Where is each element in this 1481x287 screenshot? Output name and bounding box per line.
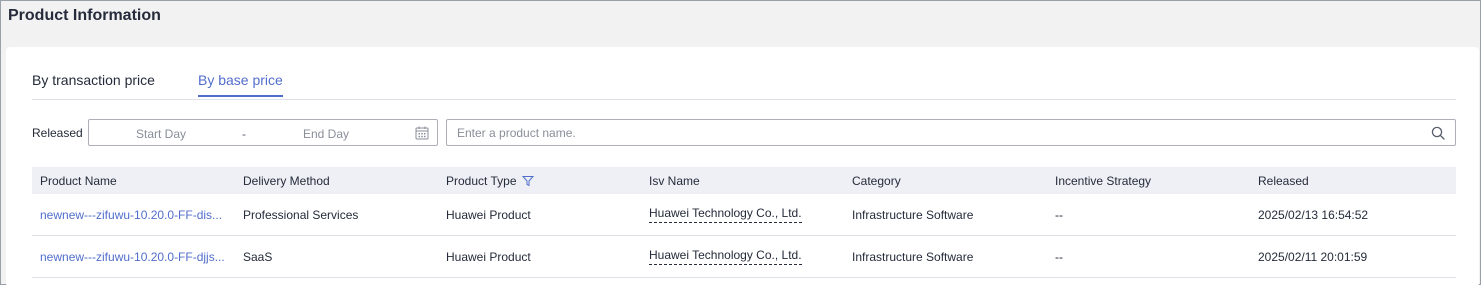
- start-day-field[interactable]: Start Day: [136, 127, 186, 141]
- search-icon[interactable]: [1431, 126, 1445, 140]
- date-separator: -: [242, 127, 246, 141]
- column-header-released: Released: [1258, 173, 1309, 188]
- delivery-method-cell: Professional Services: [243, 207, 359, 222]
- column-header-delivery-method: Delivery Method: [243, 173, 330, 188]
- table-row: newnew---zifuwu-10.20.0-FF-djjs... SaaS …: [32, 236, 1456, 278]
- product-name-search-input[interactable]: [447, 120, 1407, 145]
- column-header-isv-name: Isv Name: [649, 173, 700, 188]
- page-title: Product Information: [8, 7, 161, 24]
- product-name-link[interactable]: newnew---zifuwu-10.20.0-FF-dis...: [32, 194, 235, 235]
- isv-name-cell: Huawei Technology Co., Ltd.: [641, 194, 844, 235]
- column-header-incentive-strategy: Incentive Strategy: [1055, 173, 1152, 188]
- released-cell: 2025/02/13 16:54:52: [1258, 207, 1369, 222]
- column-header-product-type: Product Type: [438, 167, 641, 194]
- date-range-picker[interactable]: Start Day - End Day: [88, 119, 438, 146]
- filter-icon[interactable]: [521, 175, 534, 187]
- app-frame: Product Information By transaction price…: [0, 0, 1481, 287]
- table-header: Product Name Delivery Method Product Typ…: [32, 167, 1456, 194]
- category-cell: Infrastructure Software: [852, 207, 974, 222]
- incentive-strategy-cell: --: [1055, 249, 1063, 264]
- tab-by-base-price[interactable]: By base price: [198, 72, 283, 97]
- isv-name-cell: Huawei Technology Co., Ltd.: [641, 236, 844, 277]
- released-cell: 2025/02/11 20:01:59: [1258, 249, 1368, 264]
- isv-name-tooltip-trigger[interactable]: Huawei Technology Co., Ltd.: [649, 248, 802, 265]
- product-card: By transaction price By base price Relea…: [6, 47, 1479, 287]
- column-header-product-type-label: Product Type: [446, 173, 517, 188]
- released-label: Released: [32, 126, 83, 140]
- column-header-product-name: Product Name: [40, 173, 117, 188]
- table-row: newnew---zifuwu-10.20.0-FF-dis... Profes…: [32, 194, 1456, 236]
- product-type-cell: Huawei Product: [446, 249, 531, 264]
- product-name-link[interactable]: newnew---zifuwu-10.20.0-FF-djjs...: [32, 236, 235, 277]
- delivery-method-cell: SaaS: [243, 249, 273, 264]
- tab-by-transaction-price[interactable]: By transaction price: [32, 72, 155, 96]
- category-cell: Infrastructure Software: [852, 249, 974, 264]
- filter-row: Released Start Day - End Day: [32, 119, 1456, 147]
- end-day-field[interactable]: End Day: [303, 127, 349, 141]
- column-header-category: Category: [852, 173, 901, 188]
- product-type-cell: Huawei Product: [446, 207, 531, 222]
- product-search-box: [446, 119, 1456, 146]
- calendar-icon[interactable]: [415, 126, 429, 140]
- product-table: Product Name Delivery Method Product Typ…: [32, 167, 1456, 278]
- incentive-strategy-cell: --: [1055, 207, 1063, 222]
- tab-bar: By transaction price By base price: [32, 47, 1456, 100]
- isv-name-tooltip-trigger[interactable]: Huawei Technology Co., Ltd.: [649, 206, 802, 223]
